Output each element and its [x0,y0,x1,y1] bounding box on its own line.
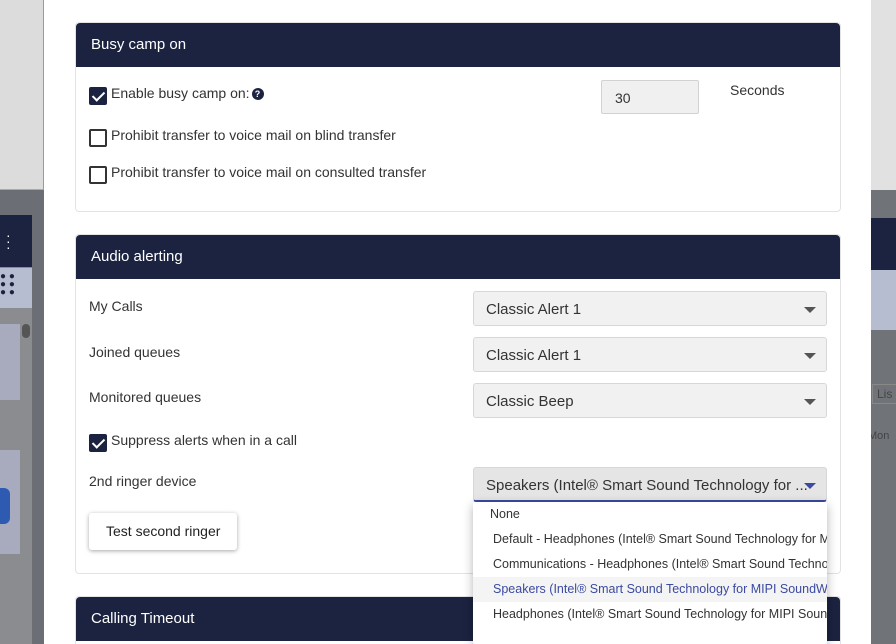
dropdown-option-headphones[interactable]: Headphones (Intel® Smart Sound Technolog… [473,602,827,627]
background-left-block [0,324,20,400]
enable-busy-camp-on-text: Enable busy camp on: [111,85,250,101]
second-ringer-select-value: Speakers (Intel® Smart Sound Technology … [486,477,808,494]
chevron-down-icon [804,353,816,359]
test-second-ringer-button[interactable]: Test second ringer [89,513,238,550]
background-top-left-panel [0,0,44,190]
chevron-down-icon [804,399,816,405]
background-right-day: Mon [868,430,890,442]
chevron-down-icon [804,483,816,489]
chevron-down-icon [804,307,816,313]
background-left-navbar [0,215,32,267]
dropdown-option-none[interactable]: None [473,502,827,527]
background-right-tab: Lis [872,384,896,404]
my-calls-select-value: Classic Alert 1 [486,301,582,318]
prohibit-consulted-transfer-checkbox[interactable] [89,166,107,184]
second-ringer-label: 2nd ringer device [89,473,197,489]
dialpad-icon: ● ● ● ● ● ● [0,271,15,298]
enable-busy-camp-on-checkbox[interactable] [89,87,107,105]
second-ringer-dropdown: None Default - Headphones (Intel® Smart … [473,502,827,644]
dropdown-option-communications-headphones[interactable]: Communications - Headphones (Intel® Smar… [473,552,827,577]
more-options-icon: · · · [6,227,11,255]
enable-busy-camp-on-label: Enable busy camp on:? [111,85,264,101]
busy-camp-on-section: Busy camp on [75,22,841,212]
joined-queues-select[interactable]: Classic Alert 1 [473,337,827,372]
second-ringer-select[interactable]: Speakers (Intel® Smart Sound Technology … [473,467,827,502]
settings-modal: Busy camp on Enable busy camp on:? 30 Se… [44,0,871,644]
help-icon[interactable]: ? [251,88,264,100]
monitored-queues-label: Monitored queues [89,389,202,405]
dropdown-option-speakers[interactable]: Speakers (Intel® Smart Sound Technology … [473,577,827,602]
background-left-blue-tab [0,488,10,524]
monitored-queues-select[interactable]: Classic Beep [473,383,827,418]
audio-alerting-header: Audio alerting [76,235,840,279]
my-calls-select[interactable]: Classic Alert 1 [473,291,827,326]
my-calls-label: My Calls [89,298,143,314]
monitored-queues-select-value: Classic Beep [486,393,574,410]
suppress-alerts-label: Suppress alerts when in a call [111,432,297,448]
background-scrollbar [22,324,30,338]
joined-queues-label: Joined queues [89,344,181,360]
prohibit-consulted-transfer-label: Prohibit transfer to voice mail on consu… [111,164,427,180]
dropdown-option-default-headphones[interactable]: Default - Headphones (Intel® Smart Sound… [473,527,827,552]
busy-camp-seconds-input[interactable]: 30 [601,80,699,114]
prohibit-blind-transfer-label: Prohibit transfer to voice mail on blind… [111,127,396,143]
busy-camp-on-header: Busy camp on [76,23,840,67]
joined-queues-select-value: Classic Alert 1 [486,347,582,364]
seconds-unit-label: Seconds [730,82,785,98]
suppress-alerts-checkbox[interactable] [89,434,107,452]
prohibit-blind-transfer-checkbox[interactable] [89,129,107,147]
